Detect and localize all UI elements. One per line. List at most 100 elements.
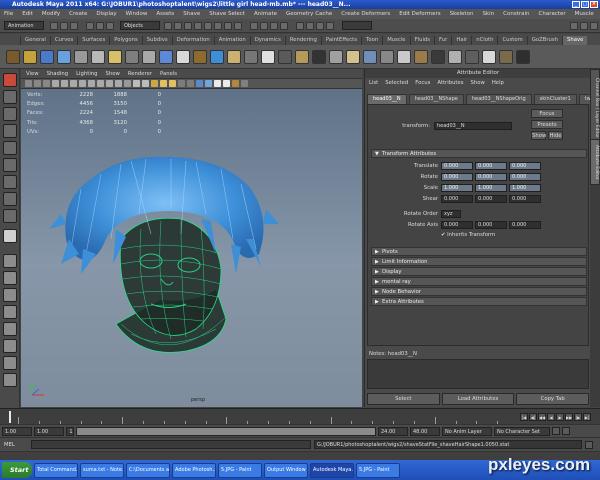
ae-menu-focus[interactable]: Focus <box>415 80 430 86</box>
viewport-menu-show[interactable]: Show <box>106 71 120 77</box>
shelf-tool-icon[interactable] <box>23 49 37 64</box>
shelf-tab-shave[interactable]: Shave <box>562 36 588 45</box>
shelf-tab-dynamics[interactable]: Dynamics <box>249 36 285 45</box>
open-scene-icon[interactable] <box>60 21 68 30</box>
move-tool-icon[interactable] <box>3 124 17 138</box>
shelf-tab-curves[interactable]: Curves <box>49 36 77 45</box>
menu-edit[interactable]: Edit <box>22 11 33 17</box>
attribute-editor-tab[interactable]: Attribute Editor <box>590 139 600 185</box>
last-tool-icon[interactable] <box>3 229 17 243</box>
menuset-dropdown[interactable]: Animation <box>4 21 44 30</box>
range-bar[interactable] <box>76 426 376 436</box>
layout-graph-icon[interactable] <box>3 322 17 336</box>
step-forward-icon[interactable]: |▶ <box>574 412 582 421</box>
translate-z-field[interactable]: 0.000 <box>509 162 541 170</box>
shelf-tool-icon[interactable] <box>465 49 479 64</box>
menu-display[interactable]: Display <box>96 11 116 17</box>
shelf-tab-surfaces[interactable]: Surfaces <box>77 36 109 45</box>
taskbar-task[interactable]: Autodesk Maya... <box>310 462 354 478</box>
rotate-y-field[interactable]: 0.000 <box>475 173 507 181</box>
snap-point-icon[interactable] <box>270 21 278 30</box>
layout-outliner-icon[interactable] <box>3 305 17 319</box>
start-time-field[interactable]: 1.00 <box>2 426 32 436</box>
shelf-tab-custom[interactable]: Custom <box>497 36 526 45</box>
scale-tool-icon[interactable] <box>3 158 17 172</box>
transform-attributes-section[interactable]: ▼ Transform Attributes <box>371 149 587 158</box>
shelf-tool-icon[interactable] <box>108 49 122 64</box>
grid-icon[interactable] <box>61 80 68 87</box>
mask-icon[interactable] <box>194 21 202 30</box>
shelf-tool-icon[interactable] <box>193 49 207 64</box>
rotate-tool-icon[interactable] <box>3 141 17 155</box>
layout-custom-icon[interactable] <box>3 373 17 387</box>
taskbar-task[interactable]: C:\Documents a... <box>126 462 170 478</box>
safe-title-icon[interactable] <box>115 80 122 87</box>
shelf-tool-icon[interactable] <box>261 49 275 64</box>
lasso-tool-icon[interactable] <box>3 90 17 104</box>
start-button[interactable]: Start <box>2 462 32 478</box>
shelf-tool-icon[interactable] <box>397 49 411 64</box>
snap-curve-icon[interactable] <box>260 21 268 30</box>
resolution-gate-icon[interactable] <box>79 80 86 87</box>
focus-button[interactable]: Focus <box>531 109 563 118</box>
menu-character[interactable]: Character <box>539 11 566 17</box>
menu-assets[interactable]: Assets <box>156 11 174 17</box>
ae-menu-help[interactable]: Help <box>492 80 504 86</box>
step-forward-key-icon[interactable]: ▶▶ <box>565 412 573 421</box>
shelf-tool-icon[interactable] <box>431 49 445 64</box>
ae-menu-show[interactable]: Show <box>471 80 485 86</box>
motion-blur-icon[interactable] <box>232 80 239 87</box>
tool-settings-icon[interactable] <box>590 21 598 30</box>
shelf-tool-icon[interactable] <box>516 49 530 64</box>
ae-tab-head03-nshapeorig[interactable]: head03__NShapeOrig <box>465 94 532 104</box>
rotate-x-field[interactable]: 0.000 <box>441 173 473 181</box>
manipulator-tool-icon[interactable] <box>3 175 17 189</box>
history-icon[interactable] <box>296 21 304 30</box>
shear-y-field[interactable]: 0.000 <box>475 195 507 203</box>
menu-create[interactable]: Create <box>69 11 87 17</box>
channel-box-icon[interactable] <box>570 21 578 30</box>
render-settings-icon[interactable] <box>326 21 334 30</box>
menu-shave-select[interactable]: Shave Select <box>209 11 245 17</box>
go-to-end-icon[interactable]: ▶| <box>583 412 591 421</box>
layout-single-icon[interactable] <box>3 254 17 268</box>
shelf-tool-icon[interactable] <box>380 49 394 64</box>
shelf-tool-icon[interactable] <box>125 49 139 64</box>
use-lights-icon[interactable] <box>160 80 167 87</box>
shelf-tool-icon[interactable] <box>159 49 173 64</box>
close-icon[interactable]: × <box>590 1 598 8</box>
mask-icon[interactable] <box>184 21 192 30</box>
menu-create-deformers[interactable]: Create Deformers <box>341 11 390 17</box>
camera-attr-icon[interactable] <box>34 80 41 87</box>
ae-menu-selected[interactable]: Selected <box>385 80 408 86</box>
shelf-tool-icon[interactable] <box>448 49 462 64</box>
mask-icon[interactable] <box>174 21 182 30</box>
shelf-tab-animation[interactable]: Animation <box>213 36 250 45</box>
menu-window[interactable]: Window <box>126 11 148 17</box>
multisample-icon[interactable] <box>223 80 230 87</box>
ae-menu-attributes[interactable]: Attributes <box>437 80 463 86</box>
selection-mask-dropdown[interactable]: Objects <box>120 21 160 30</box>
taskbar-task[interactable]: 5.JPG - Paint <box>218 462 262 478</box>
section-node-behavior[interactable]: ▶ Node Behavior <box>371 287 587 296</box>
shelf-tab-toon[interactable]: Toon <box>361 36 382 45</box>
maximize-icon[interactable]: □ <box>581 1 589 8</box>
snap-plane-icon[interactable] <box>280 21 288 30</box>
shelf-tool-icon[interactable] <box>482 49 496 64</box>
viewport-menu-renderer[interactable]: Renderer <box>128 71 152 77</box>
soft-mod-tool-icon[interactable] <box>3 192 17 206</box>
inherits-transform-checkbox[interactable]: ✔ Inherits Transform <box>441 232 495 238</box>
select-button[interactable]: Select <box>367 393 440 405</box>
wireframe-icon[interactable] <box>124 80 131 87</box>
shelf-tool-icon[interactable] <box>295 49 309 64</box>
select-object-icon[interactable] <box>96 21 104 30</box>
notes-textarea[interactable] <box>367 359 589 389</box>
play-forward-icon[interactable]: ▶ <box>556 412 564 421</box>
auto-key-icon[interactable] <box>552 427 560 435</box>
hq-render-icon[interactable] <box>205 80 212 87</box>
select-hierarchy-icon[interactable] <box>86 21 94 30</box>
ambient-occlusion-icon[interactable] <box>214 80 221 87</box>
shelf-tab-polygons[interactable]: Polygons <box>109 36 142 45</box>
copy-tab-button[interactable]: Copy Tab <box>516 393 590 405</box>
step-back-key-icon[interactable]: ◀◀ <box>538 412 546 421</box>
